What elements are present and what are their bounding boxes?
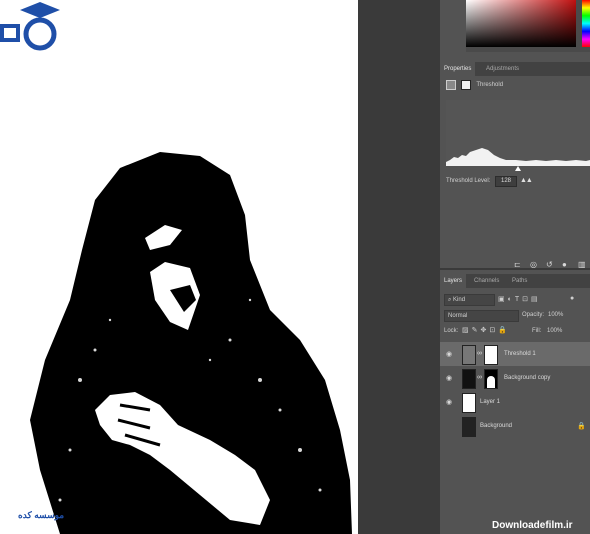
fill-label: Fill: xyxy=(532,328,542,334)
opacity-label: Opacity: xyxy=(522,312,545,318)
layers-tabs: Layers Channels Paths xyxy=(440,274,590,288)
link-icon[interactable]: ∞ xyxy=(477,350,482,357)
panel-divider xyxy=(440,268,590,270)
tab-layers[interactable]: Layers xyxy=(440,274,467,288)
threshold-slider[interactable] xyxy=(515,166,521,171)
mask-thumbnail[interactable] xyxy=(484,369,498,389)
layer-name: Background xyxy=(480,423,513,429)
tab-channels[interactable]: Channels xyxy=(470,274,503,288)
filter-kind-value: Kind xyxy=(453,297,466,303)
adjustment-name: Threshold xyxy=(476,82,504,88)
properties-bottom-toolbar: ⊏ ◎ ↺ ● ▥ xyxy=(440,254,590,274)
fill-value[interactable]: 100% xyxy=(547,328,562,334)
link-icon[interactable]: ∞ xyxy=(477,374,482,381)
threshold-level-input[interactable]: 128 xyxy=(495,176,517,187)
image-thumbnail xyxy=(462,369,476,389)
lock-label: Lock: xyxy=(444,328,459,334)
threshold-image xyxy=(30,152,352,534)
mask-thumbnail[interactable] xyxy=(484,345,498,365)
workspace-gap xyxy=(358,0,440,534)
brand-logo xyxy=(0,2,60,51)
filter-toggle-icon[interactable]: ● xyxy=(570,295,574,302)
watermark: Downloadefilm.ir xyxy=(492,520,573,531)
mask-icon[interactable] xyxy=(460,80,471,90)
eye-icon[interactable]: ◉ xyxy=(446,350,452,358)
logo-text: موسسه کده xyxy=(18,510,65,520)
opacity-value[interactable]: 100% xyxy=(548,312,563,318)
search-icon: ⌕ xyxy=(448,297,452,303)
eye-icon[interactable]: ◉ xyxy=(446,398,452,406)
lock-icons[interactable]: ▨✎✥⊡🔒 xyxy=(462,326,510,334)
tab-properties[interactable]: Properties xyxy=(440,62,476,76)
tab-paths[interactable]: Paths xyxy=(508,274,531,288)
layer-row-background[interactable]: Background 🔒 xyxy=(440,414,590,438)
layer-thumbnail xyxy=(462,393,476,413)
lock-icon: 🔒 xyxy=(577,423,586,430)
blend-row: Normal Opacity: 100% xyxy=(440,310,590,322)
layer-filter-row: ⌕ Kind ▣◐T⊡▤ ● xyxy=(440,294,590,306)
hue-slider[interactable] xyxy=(582,0,590,47)
eye-icon[interactable]: ◉ xyxy=(446,374,452,382)
layer-row-layer1[interactable]: ◉ Layer 1 xyxy=(440,390,590,414)
lock-row: Lock: ▨✎✥⊡🔒 Fill: 100% xyxy=(440,326,590,338)
filter-kind-select[interactable]: ⌕ Kind xyxy=(444,294,495,306)
blend-mode-select[interactable]: Normal xyxy=(444,310,519,322)
adjustment-thumbnail xyxy=(462,345,476,365)
layer-row-background-copy[interactable]: ◉ ∞ Background copy xyxy=(440,366,590,390)
layer-name: Layer 1 xyxy=(480,399,501,405)
filter-icons[interactable]: ▣◐T⊡▤ xyxy=(498,295,541,303)
threshold-level-label: Threshold Level: xyxy=(446,178,491,184)
color-field[interactable] xyxy=(466,0,576,47)
threshold-histogram[interactable] xyxy=(446,100,590,171)
layer-name: Background copy xyxy=(504,375,551,381)
color-picker[interactable] xyxy=(466,0,590,52)
document-canvas[interactable]: موسسه کده xyxy=(0,0,358,534)
layer-thumbnail xyxy=(462,417,476,437)
layer-row-threshold[interactable]: ◉ ∞ Threshold 1 xyxy=(440,342,590,366)
warning-icon: ▲▲ xyxy=(520,177,533,184)
adjustment-header: Threshold xyxy=(446,80,503,90)
properties-tabs: Properties Adjustments xyxy=(440,62,590,76)
tab-adjustments[interactable]: Adjustments xyxy=(482,62,523,76)
threshold-icon xyxy=(446,80,456,90)
threshold-level-row: Threshold Level: 128 ▲▲ xyxy=(446,176,533,187)
layer-name: Threshold 1 xyxy=(504,351,536,357)
